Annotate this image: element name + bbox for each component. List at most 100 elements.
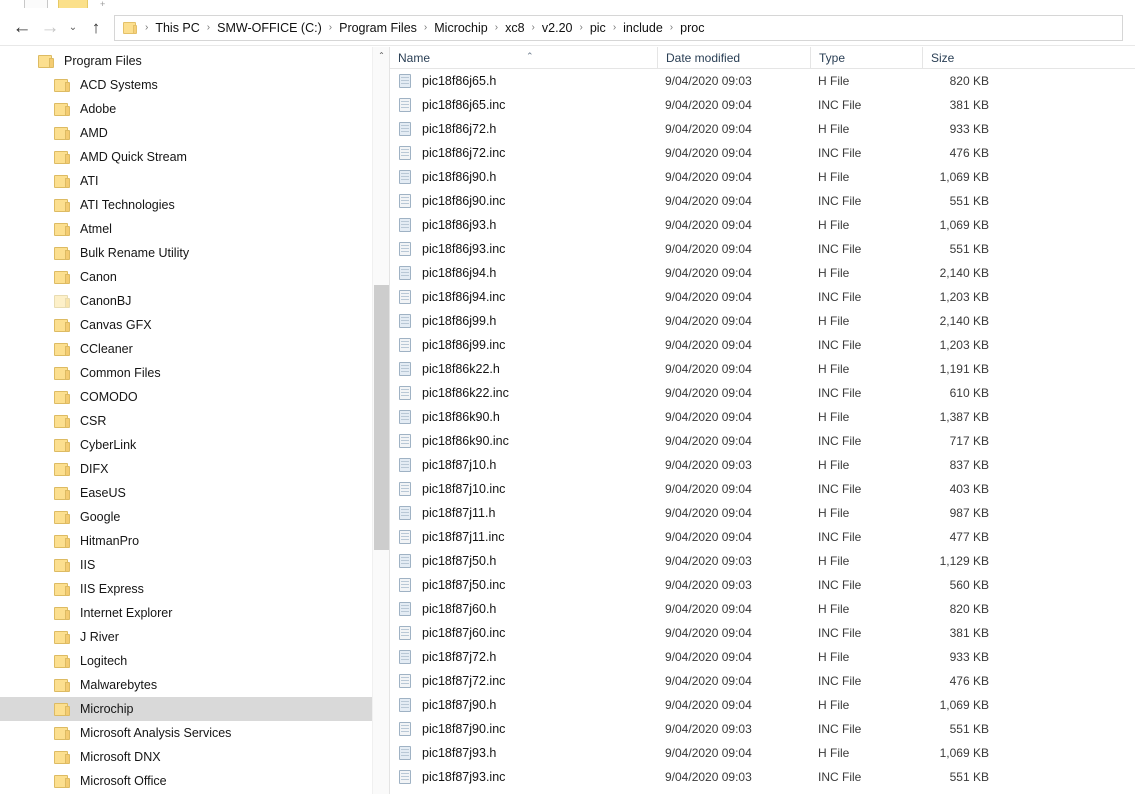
table-row[interactable]: pic18f87j90.h9/04/2020 09:04H File1,069 …: [390, 693, 1135, 717]
sidebar-item-ccleaner[interactable]: CCleaner: [0, 337, 386, 361]
breadcrumb-item[interactable]: v2.20: [539, 21, 576, 35]
table-row[interactable]: pic18f86j90.inc9/04/2020 09:04INC File55…: [390, 189, 1135, 213]
sidebar-item-comodo[interactable]: COMODO: [0, 385, 386, 409]
breadcrumb-item[interactable]: SMW-OFFICE (C:): [214, 21, 325, 35]
file-name-cell[interactable]: pic18f86j72.inc: [390, 145, 657, 161]
tab-active[interactable]: [58, 0, 88, 8]
sidebar-item-cyberlink[interactable]: CyberLink: [0, 433, 386, 457]
table-row[interactable]: pic18f87j50.h9/04/2020 09:03H File1,129 …: [390, 549, 1135, 573]
table-row[interactable]: pic18f87j94.h9/04/2020 09:04H File2,140 …: [390, 789, 1135, 794]
table-row[interactable]: pic18f86j93.h9/04/2020 09:04H File1,069 …: [390, 213, 1135, 237]
file-name-cell[interactable]: pic18f86j99.h: [390, 313, 657, 329]
table-row[interactable]: pic18f86j99.h9/04/2020 09:04H File2,140 …: [390, 309, 1135, 333]
file-name-cell[interactable]: pic18f86k90.h: [390, 409, 657, 425]
up-icon[interactable]: ↑: [82, 15, 110, 41]
table-row[interactable]: pic18f86k22.h9/04/2020 09:04H File1,191 …: [390, 357, 1135, 381]
sidebar-item-amd[interactable]: AMD: [0, 121, 386, 145]
sidebar-item-easeus[interactable]: EaseUS: [0, 481, 386, 505]
file-name-cell[interactable]: pic18f87j93.inc: [390, 769, 657, 785]
table-row[interactable]: pic18f86j99.inc9/04/2020 09:04INC File1,…: [390, 333, 1135, 357]
file-name-cell[interactable]: pic18f87j10.h: [390, 457, 657, 473]
table-row[interactable]: pic18f86j65.h9/04/2020 09:03H File820 KB: [390, 69, 1135, 93]
file-name-cell[interactable]: pic18f87j60.h: [390, 601, 657, 617]
breadcrumb-item[interactable]: Program Files: [336, 21, 420, 35]
file-name-cell[interactable]: pic18f86j65.h: [390, 73, 657, 89]
sidebar-item-ati[interactable]: ATI: [0, 169, 386, 193]
file-name-cell[interactable]: pic18f86j90.inc: [390, 193, 657, 209]
sidebar-item-microsoft-analysis-services[interactable]: Microsoft Analysis Services: [0, 721, 386, 745]
sidebar-item-program-files[interactable]: Program Files: [0, 49, 386, 73]
table-row[interactable]: pic18f86j94.h9/04/2020 09:04H File2,140 …: [390, 261, 1135, 285]
file-name-cell[interactable]: pic18f86k22.inc: [390, 385, 657, 401]
column-header-type[interactable]: Type: [810, 47, 922, 69]
table-row[interactable]: pic18f87j72.inc9/04/2020 09:04INC File47…: [390, 669, 1135, 693]
sidebar-item-hitmanpro[interactable]: HitmanPro: [0, 529, 386, 553]
column-header-size[interactable]: Size: [922, 47, 997, 69]
sidebar-item-bulk-rename-utility[interactable]: Bulk Rename Utility: [0, 241, 386, 265]
table-row[interactable]: pic18f87j72.h9/04/2020 09:04H File933 KB: [390, 645, 1135, 669]
back-icon[interactable]: ←: [8, 15, 36, 41]
table-row[interactable]: pic18f87j50.inc9/04/2020 09:03INC File56…: [390, 573, 1135, 597]
table-row[interactable]: pic18f87j11.inc9/04/2020 09:04INC File47…: [390, 525, 1135, 549]
file-name-cell[interactable]: pic18f87j90.h: [390, 697, 657, 713]
file-name-cell[interactable]: pic18f86j94.inc: [390, 289, 657, 305]
table-row[interactable]: pic18f87j10.h9/04/2020 09:03H File837 KB: [390, 453, 1135, 477]
sidebar-item-google[interactable]: Google: [0, 505, 386, 529]
file-name-cell[interactable]: pic18f86j94.h: [390, 265, 657, 281]
file-name-cell[interactable]: pic18f86j93.inc: [390, 241, 657, 257]
file-name-cell[interactable]: pic18f87j90.inc: [390, 721, 657, 737]
sidebar-item-malwarebytes[interactable]: Malwarebytes: [0, 673, 386, 697]
file-name-cell[interactable]: pic18f87j11.h: [390, 505, 657, 521]
breadcrumb-item[interactable]: This PC: [152, 21, 202, 35]
table-row[interactable]: pic18f87j60.inc9/04/2020 09:04INC File38…: [390, 621, 1135, 645]
table-row[interactable]: pic18f86j93.inc9/04/2020 09:04INC File55…: [390, 237, 1135, 261]
table-row[interactable]: pic18f87j60.h9/04/2020 09:04H File820 KB: [390, 597, 1135, 621]
file-name-cell[interactable]: pic18f87j50.inc: [390, 577, 657, 593]
sidebar-item-logitech[interactable]: Logitech: [0, 649, 386, 673]
file-name-cell[interactable]: pic18f87j72.h: [390, 649, 657, 665]
sidebar-item-canvas-gfx[interactable]: Canvas GFX: [0, 313, 386, 337]
sidebar-item-microsoft-office[interactable]: Microsoft Office: [0, 769, 386, 793]
sidebar-item-iis[interactable]: IIS: [0, 553, 386, 577]
breadcrumb-item[interactable]: xc8: [502, 21, 527, 35]
table-row[interactable]: pic18f86j72.inc9/04/2020 09:04INC File47…: [390, 141, 1135, 165]
file-name-cell[interactable]: pic18f86j65.inc: [390, 97, 657, 113]
file-name-cell[interactable]: pic18f86k22.h: [390, 361, 657, 377]
file-name-cell[interactable]: pic18f86j93.h: [390, 217, 657, 233]
new-tab-button[interactable]: +: [100, 0, 105, 9]
column-header-name[interactable]: Name ⌃: [390, 47, 657, 69]
sidebar-item-canonbj[interactable]: CanonBJ: [0, 289, 386, 313]
table-row[interactable]: pic18f87j10.inc9/04/2020 09:04INC File40…: [390, 477, 1135, 501]
file-name-cell[interactable]: pic18f87j50.h: [390, 553, 657, 569]
scroll-up-icon[interactable]: ⌃: [373, 47, 389, 64]
sidebar-item-canon[interactable]: Canon: [0, 265, 386, 289]
table-row[interactable]: pic18f86k90.h9/04/2020 09:04H File1,387 …: [390, 405, 1135, 429]
table-row[interactable]: pic18f86j94.inc9/04/2020 09:04INC File1,…: [390, 285, 1135, 309]
table-row[interactable]: pic18f86j72.h9/04/2020 09:04H File933 KB: [390, 117, 1135, 141]
table-row[interactable]: pic18f86j90.h9/04/2020 09:04H File1,069 …: [390, 165, 1135, 189]
table-row[interactable]: pic18f87j93.h9/04/2020 09:04H File1,069 …: [390, 741, 1135, 765]
file-name-cell[interactable]: pic18f87j60.inc: [390, 625, 657, 641]
file-name-cell[interactable]: pic18f87j93.h: [390, 745, 657, 761]
sidebar-item-atmel[interactable]: Atmel: [0, 217, 386, 241]
sidebar-item-ati-technologies[interactable]: ATI Technologies: [0, 193, 386, 217]
sidebar-item-difx[interactable]: DIFX: [0, 457, 386, 481]
breadcrumb-item[interactable]: proc: [677, 21, 707, 35]
file-name-cell[interactable]: pic18f86j72.h: [390, 121, 657, 137]
tab-inactive[interactable]: [24, 0, 48, 8]
sidebar-item-iis-express[interactable]: IIS Express: [0, 577, 386, 601]
file-name-cell[interactable]: pic18f87j10.inc: [390, 481, 657, 497]
table-row[interactable]: pic18f86k90.inc9/04/2020 09:04INC File71…: [390, 429, 1135, 453]
breadcrumb-item[interactable]: Microchip: [431, 21, 491, 35]
forward-icon[interactable]: →: [36, 15, 64, 41]
table-row[interactable]: pic18f86j65.inc9/04/2020 09:04INC File38…: [390, 93, 1135, 117]
table-row[interactable]: pic18f87j90.inc9/04/2020 09:03INC File55…: [390, 717, 1135, 741]
sidebar-item-j-river[interactable]: J River: [0, 625, 386, 649]
sidebar-item-common-files[interactable]: Common Files: [0, 361, 386, 385]
table-row[interactable]: pic18f87j11.h9/04/2020 09:04H File987 KB: [390, 501, 1135, 525]
file-name-cell[interactable]: pic18f87j11.inc: [390, 529, 657, 545]
sidebar-item-internet-explorer[interactable]: Internet Explorer: [0, 601, 386, 625]
file-name-cell[interactable]: pic18f86j90.h: [390, 169, 657, 185]
scrollbar-thumb[interactable]: [374, 285, 389, 550]
sidebar-item-acd-systems[interactable]: ACD Systems: [0, 73, 386, 97]
